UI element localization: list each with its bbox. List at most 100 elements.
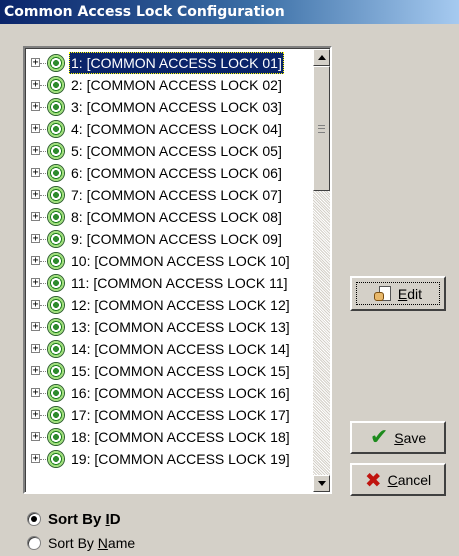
tree-connector (40, 107, 48, 108)
tree-item[interactable]: +7: [COMMON ACCESS LOCK 07] (26, 184, 312, 206)
cancel-button-label: Cancel (387, 471, 432, 488)
arrow-up-icon (318, 55, 326, 60)
arrow-down-icon (318, 481, 326, 486)
tree-item-label[interactable]: 7: [COMMON ACCESS LOCK 07] (69, 184, 284, 206)
x-icon: ✖ (364, 467, 382, 492)
tree-connector (40, 305, 48, 306)
sort-by-id-option[interactable]: Sort By ID (27, 509, 121, 529)
tree-item-label[interactable]: 10: [COMMON ACCESS LOCK 10] (69, 250, 292, 272)
tree-item[interactable]: +6: [COMMON ACCESS LOCK 06] (26, 162, 312, 184)
tree-item[interactable]: +4: [COMMON ACCESS LOCK 04] (26, 118, 312, 140)
tree-rows: +1: [COMMON ACCESS LOCK 01] +2: [COMMON A… (26, 52, 312, 470)
tree-connector (40, 393, 48, 394)
expand-plus-icon[interactable]: + (31, 432, 40, 442)
sort-by-name-option[interactable]: Sort By Name (27, 533, 135, 553)
tree-connector (40, 63, 48, 64)
tree-connector (40, 195, 48, 196)
tree-item-label[interactable]: 18: [COMMON ACCESS LOCK 18] (69, 426, 292, 448)
tree-item-label[interactable]: 2: [COMMON ACCESS LOCK 02] (69, 74, 284, 96)
tree-item[interactable]: +14: [COMMON ACCESS LOCK 14] (26, 338, 312, 360)
tree-item[interactable]: +5: [COMMON ACCESS LOCK 05] (26, 140, 312, 162)
lock-target-icon (48, 297, 64, 313)
lock-target-icon (48, 165, 64, 181)
expand-plus-icon[interactable]: + (31, 80, 40, 90)
cancel-button[interactable]: ✖ Cancel (350, 463, 446, 496)
expand-plus-icon[interactable]: + (31, 410, 40, 420)
tree-item-label[interactable]: 13: [COMMON ACCESS LOCK 13] (69, 316, 292, 338)
tree-item[interactable]: +18: [COMMON ACCESS LOCK 18] (26, 426, 312, 448)
lock-target-icon (48, 231, 64, 247)
scroll-down-button[interactable] (313, 475, 330, 492)
tree-connector (40, 151, 48, 152)
tree-connector (40, 349, 48, 350)
scroll-thumb[interactable] (313, 66, 330, 191)
tree-item[interactable]: +10: [COMMON ACCESS LOCK 10] (26, 250, 312, 272)
expand-plus-icon[interactable]: + (31, 234, 40, 244)
tree-item-label[interactable]: 11: [COMMON ACCESS LOCK 11] (69, 272, 290, 294)
expand-plus-icon[interactable]: + (31, 212, 40, 222)
tree-item-label[interactable]: 9: [COMMON ACCESS LOCK 09] (69, 228, 284, 250)
tree-item[interactable]: +3: [COMMON ACCESS LOCK 03] (26, 96, 312, 118)
tree-item[interactable]: +9: [COMMON ACCESS LOCK 09] (26, 228, 312, 250)
edit-button[interactable]: Edit (350, 276, 446, 311)
lock-target-icon (48, 451, 64, 467)
vertical-scrollbar[interactable] (313, 49, 330, 492)
tree-item-label[interactable]: 12: [COMMON ACCESS LOCK 12] (69, 294, 292, 316)
tree-connector (40, 129, 48, 130)
focus-rect (356, 282, 440, 305)
tree-item[interactable]: +15: [COMMON ACCESS LOCK 15] (26, 360, 312, 382)
tree-item-label[interactable]: 1: [COMMON ACCESS LOCK 01] (69, 52, 284, 74)
grip-icon (318, 125, 325, 133)
tree-item[interactable]: +19: [COMMON ACCESS LOCK 19] (26, 448, 312, 470)
tree-connector (40, 283, 48, 284)
tree-item-label[interactable]: 5: [COMMON ACCESS LOCK 05] (69, 140, 284, 162)
lock-target-icon (48, 209, 64, 225)
expand-plus-icon[interactable]: + (31, 300, 40, 310)
tree-item-label[interactable]: 15: [COMMON ACCESS LOCK 15] (69, 360, 292, 382)
expand-plus-icon[interactable]: + (31, 366, 40, 376)
tree-item[interactable]: +13: [COMMON ACCESS LOCK 13] (26, 316, 312, 338)
lock-target-icon (48, 341, 64, 357)
sort-by-id-label[interactable]: Sort By ID (48, 511, 121, 528)
tree-item[interactable]: +2: [COMMON ACCESS LOCK 02] (26, 74, 312, 96)
tree-item[interactable]: +17: [COMMON ACCESS LOCK 17] (26, 404, 312, 426)
sort-by-name-label[interactable]: Sort By Name (48, 535, 135, 551)
tree-connector (40, 261, 48, 262)
sort-by-id-radio[interactable] (27, 512, 41, 526)
expand-plus-icon[interactable]: + (31, 58, 40, 68)
lock-target-icon (48, 121, 64, 137)
expand-plus-icon[interactable]: + (31, 344, 40, 354)
tree-item-label[interactable]: 3: [COMMON ACCESS LOCK 03] (69, 96, 284, 118)
expand-plus-icon[interactable]: + (31, 278, 40, 288)
expand-plus-icon[interactable]: + (31, 102, 40, 112)
expand-plus-icon[interactable]: + (31, 168, 40, 178)
expand-plus-icon[interactable]: + (31, 322, 40, 332)
tree-item-label[interactable]: 14: [COMMON ACCESS LOCK 14] (69, 338, 292, 360)
sort-by-name-radio[interactable] (27, 536, 41, 550)
expand-plus-icon[interactable]: + (31, 146, 40, 156)
tree-item[interactable]: +16: [COMMON ACCESS LOCK 16] (26, 382, 312, 404)
tree-item-label[interactable]: 19: [COMMON ACCESS LOCK 19] (69, 448, 292, 470)
tree-item-label[interactable]: 17: [COMMON ACCESS LOCK 17] (69, 404, 292, 426)
expand-plus-icon[interactable]: + (31, 454, 40, 464)
save-button[interactable]: ✔ Save (350, 421, 446, 454)
tree-connector (40, 85, 48, 86)
tree-item-label[interactable]: 6: [COMMON ACCESS LOCK 06] (69, 162, 284, 184)
lock-target-icon (48, 319, 64, 335)
expand-plus-icon[interactable]: + (31, 190, 40, 200)
lock-tree-list[interactable]: +1: [COMMON ACCESS LOCK 01] +2: [COMMON A… (23, 46, 332, 494)
lock-target-icon (48, 143, 64, 159)
expand-plus-icon[interactable]: + (31, 256, 40, 266)
expand-plus-icon[interactable]: + (31, 388, 40, 398)
scroll-up-button[interactable] (313, 49, 330, 66)
tree-item[interactable]: +11: [COMMON ACCESS LOCK 11] (26, 272, 312, 294)
tree-item[interactable]: +12: [COMMON ACCESS LOCK 12] (26, 294, 312, 316)
lock-target-icon (48, 275, 64, 291)
tree-item[interactable]: +1: [COMMON ACCESS LOCK 01] (26, 52, 312, 74)
tree-item-label[interactable]: 4: [COMMON ACCESS LOCK 04] (69, 118, 284, 140)
expand-plus-icon[interactable]: + (31, 124, 40, 134)
tree-item[interactable]: +8: [COMMON ACCESS LOCK 08] (26, 206, 312, 228)
tree-item-label[interactable]: 8: [COMMON ACCESS LOCK 08] (69, 206, 284, 228)
window-title: Common Access Lock Configuration (4, 4, 285, 20)
tree-item-label[interactable]: 16: [COMMON ACCESS LOCK 16] (69, 382, 292, 404)
